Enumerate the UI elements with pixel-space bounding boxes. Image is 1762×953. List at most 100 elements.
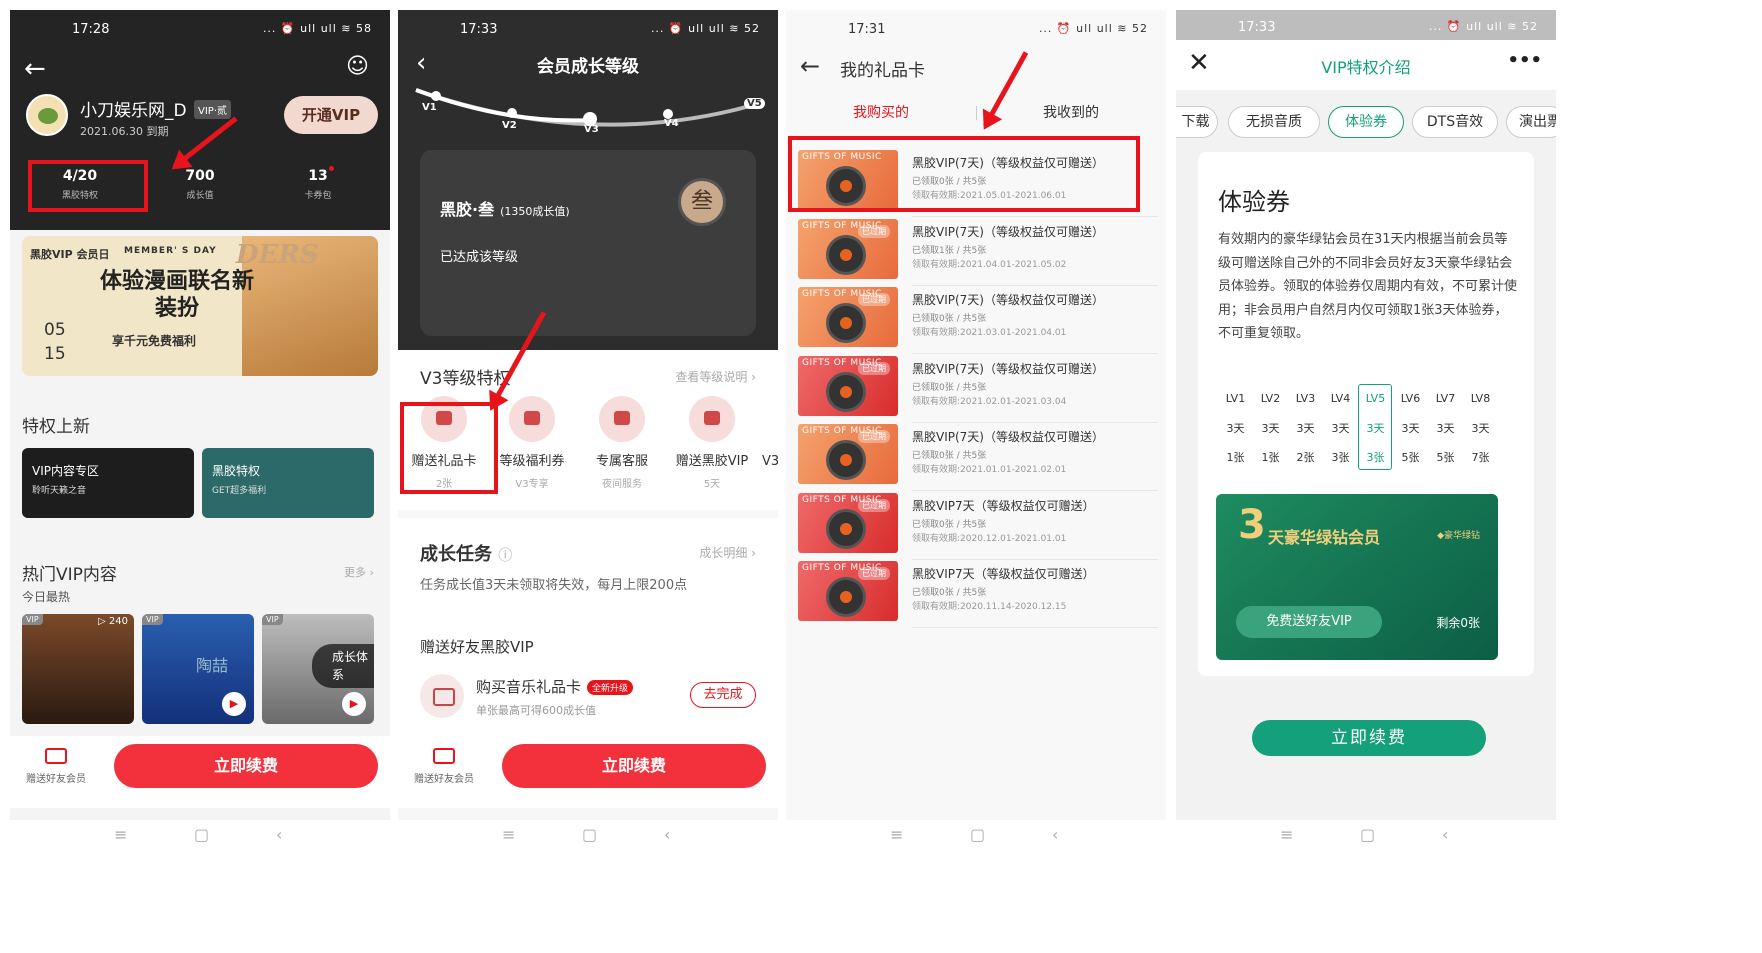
vip-content-card[interactable]: VIP内容专区 聆听天籁之音: [22, 448, 194, 518]
open-vip-button[interactable]: 开通VIP: [284, 96, 378, 134]
gift-friend-button[interactable]: 赠送好友会员: [408, 748, 480, 785]
level-label[interactable]: V5: [744, 98, 765, 109]
notification-dot: [329, 166, 334, 171]
chip-trial-coupon[interactable]: 体验券: [1328, 106, 1404, 138]
chip-tickets[interactable]: 演出票: [1506, 106, 1556, 138]
chip-download[interactable]: 下载: [1176, 106, 1218, 138]
gift-label: 赠送好友会员: [414, 774, 474, 785]
system-nav-bar: ≡ ▢ ‹: [10, 821, 390, 851]
gift-card-row[interactable]: GIFTS OF MUSIC 已过期 黑胶VIP(7天)（等级权益仅可赠送） 已领取0…: [798, 424, 1158, 492]
vinyl-privilege-card[interactable]: 黑胶特权 GET超多福利: [202, 448, 374, 518]
chip-lossless[interactable]: 无损音质: [1228, 106, 1320, 138]
back-icon[interactable]: ‹: [1442, 825, 1448, 844]
task-name: 购买音乐礼品卡: [476, 678, 582, 696]
level-explain-link[interactable]: 查看等级说明 ›: [675, 368, 756, 385]
trial-coupon: 3 天豪华绿钻会员 ◆豪华绿钻 免费送好友VIP 剩余0张: [1216, 494, 1498, 660]
info-icon[interactable]: ⓘ: [498, 548, 512, 564]
membership-home-screen: 17:28 ... ⏰ ull ull ≋ 58 ← ☺ 小刀娱乐网_D VIP·…: [10, 10, 390, 820]
renew-button[interactable]: 立即续费: [114, 744, 378, 788]
task-subtitle: 单张最高可得600成长值: [476, 704, 596, 717]
renew-button[interactable]: 立即续费: [502, 744, 766, 788]
home-icon[interactable]: ▢: [970, 825, 985, 844]
banner-date-month: 05: [44, 320, 66, 340]
gift-card-row[interactable]: GIFTS OF MUSIC 已过期 黑胶VIP(7天)（等级权益仅可赠送） 已领取1…: [798, 218, 1158, 287]
privilege-service[interactable]: 专属客服 夜间服务: [578, 396, 666, 490]
stat-coupons[interactable]: 13 卡券包: [278, 166, 358, 201]
new-tag: 全新升级: [587, 680, 634, 695]
back-arrow-icon[interactable]: ←: [24, 54, 46, 84]
table-cell: LV8: [1470, 392, 1491, 405]
gift-friend-button[interactable]: 赠送好友会员: [20, 748, 92, 785]
play-icon[interactable]: ▶: [342, 692, 366, 716]
vip-content-thumb[interactable]: VIP ▷ 240: [22, 614, 134, 724]
level-medal-icon: 叁: [678, 178, 726, 226]
banner-subtitle: 享千元免费福利: [112, 334, 197, 348]
divider: [912, 353, 1158, 354]
gift-card-row[interactable]: GIFTS OF MUSIC 已过期 黑胶VIP(7天)（等级权益仅可赠送） 已领取0…: [798, 355, 1158, 424]
growth-task-title-text: 成长任务: [420, 544, 492, 565]
top-nav: ✕ VIP特权介绍 •••: [1176, 40, 1556, 90]
renew-button[interactable]: 立即续费: [1252, 720, 1486, 756]
level-label[interactable]: V1: [422, 102, 437, 113]
status-time: 17:31: [848, 22, 886, 37]
expired-tag: 已过期: [858, 293, 890, 306]
gift-card-validity: 领取有效期:2020.11.14-2020.12.15: [912, 602, 1067, 612]
back-arrow-icon[interactable]: ←: [800, 52, 820, 80]
back-icon[interactable]: ‹: [1052, 825, 1058, 844]
home-icon[interactable]: ▢: [1360, 825, 1375, 844]
divider: [912, 216, 1158, 217]
table-cell: LV2: [1260, 392, 1281, 405]
vip-content-thumb[interactable]: VIP 成长体系 ▶: [262, 614, 374, 724]
gift-card-row[interactable]: GIFTS OF MUSIC 已过期 黑胶VIP(7天)（等级权益仅可赠送） 已领取0…: [798, 287, 1158, 355]
vinyl-disc-icon: [826, 371, 866, 412]
gift-card-claimed: 已领取1张 / 共5张: [912, 245, 987, 256]
privilege-name: 等级福利券: [499, 454, 565, 469]
expired-tag: 已过期: [858, 567, 890, 580]
send-free-vip-button[interactable]: 免费送好友VIP: [1236, 606, 1382, 638]
level-label[interactable]: V3: [584, 124, 599, 135]
back-icon[interactable]: ‹: [276, 825, 282, 844]
privilege-more[interactable]: V3: [762, 454, 778, 469]
gift-card-claimed: 已领取0张 / 共5张: [912, 314, 987, 324]
privileges-title: V3等级特权: [420, 369, 511, 389]
vip-level-badge: VIP·贰: [194, 100, 231, 119]
stat-growth[interactable]: 700 成长值: [160, 168, 240, 201]
more-link[interactable]: 更多 ›: [344, 564, 374, 580]
home-icon[interactable]: ▢: [194, 825, 209, 844]
avatar[interactable]: [26, 94, 68, 136]
level-label[interactable]: V2: [502, 120, 517, 131]
more-icon[interactable]: •••: [1507, 50, 1542, 71]
tab-received[interactable]: 我收到的: [976, 102, 1166, 122]
menu-icon[interactable]: ≡: [114, 825, 127, 844]
gift-vip-section-title: 赠送好友黑胶VIP: [420, 638, 534, 656]
status-bar: 17:28 ... ⏰ ull ull ≋ 58: [10, 10, 390, 46]
privilege-gift-vip[interactable]: 赠送黑胶VIP 5天: [668, 396, 756, 490]
vip-content-thumb[interactable]: VIP 陶喆 ▶: [142, 614, 254, 724]
growth-detail-link[interactable]: 成长明细 ›: [699, 544, 756, 561]
status-time: 17:33: [1238, 20, 1276, 35]
status-icons: ... ⏰ ull ull ≋ 52: [1038, 22, 1148, 35]
gift-card-validity: 领取有效期:2021.02.01-2021.03.04: [912, 396, 1067, 407]
customer-service-icon[interactable]: ☺: [346, 54, 369, 79]
divider: [912, 284, 1158, 286]
home-icon[interactable]: ▢: [582, 825, 597, 844]
play-icon[interactable]: ▶: [222, 692, 246, 716]
chip-dts[interactable]: DTS音效: [1412, 106, 1498, 138]
gift-card-row[interactable]: GIFTS OF MUSIC 已过期 黑胶VIP7天（等级权益仅可赠送） 已领取0张 …: [798, 492, 1158, 561]
back-icon[interactable]: ‹: [664, 825, 670, 844]
gift-icon: [45, 748, 67, 764]
menu-icon[interactable]: ≡: [1280, 825, 1293, 844]
divider: [912, 490, 1158, 491]
table-cell: 3张: [1331, 450, 1350, 464]
go-complete-button[interactable]: 去完成: [690, 682, 756, 708]
tab-purchased[interactable]: 我购买的: [786, 102, 976, 122]
menu-icon[interactable]: ≡: [890, 825, 903, 844]
banner-headline: 体验漫画联名新装扮: [99, 268, 254, 321]
level-label[interactable]: V4: [664, 118, 679, 129]
menu-icon[interactable]: ≡: [502, 825, 515, 844]
gift-card-row[interactable]: GIFTS OF MUSIC 已过期 黑胶VIP7天（等级权益仅可赠送） 已领取0张 …: [798, 561, 1158, 629]
gift-card-title: 黑胶VIP7天（等级权益仅可赠送）: [912, 498, 1095, 513]
table-cell: LV3: [1295, 392, 1316, 405]
play-count: ▷ 240: [98, 616, 128, 627]
member-day-banner[interactable]: DERS 黑胶VIP 会员日 MEMBER' S DAY 体验漫画联名新装扮 享…: [22, 236, 378, 376]
